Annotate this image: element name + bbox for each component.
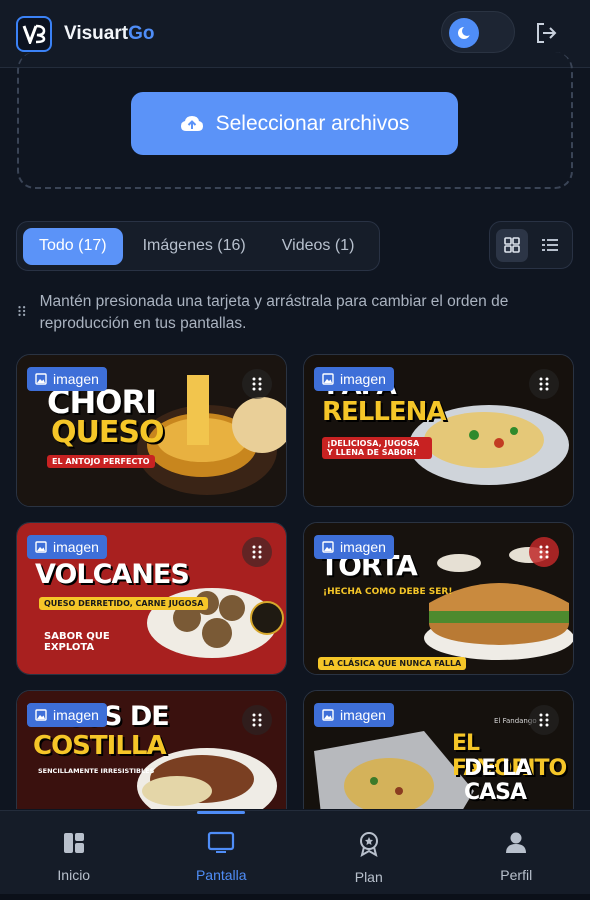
tab-images[interactable]: Imágenes (16): [127, 228, 262, 265]
type-badge: imagen: [314, 367, 394, 391]
image-icon: [322, 373, 334, 385]
drag-handle-icon: [18, 306, 26, 316]
brand-name-part2: Go: [128, 22, 155, 44]
type-badge: imagen: [314, 703, 394, 727]
grid-view-button[interactable]: [496, 228, 528, 262]
media-card[interactable]: TORTA ¡HECHA COMO DEBE SER! LA CLÁSICA Q…: [303, 522, 574, 675]
card-tag: EL ANTOJO PERFECTO: [47, 455, 155, 468]
drag-handle-icon[interactable]: [242, 705, 272, 735]
drag-handle-icon[interactable]: [242, 537, 272, 567]
badge-label: imagen: [53, 371, 99, 387]
reorder-hint: Mantén presionada una tarjeta y arrástra…: [18, 291, 558, 335]
nav-item-inicio[interactable]: Inicio: [0, 811, 148, 900]
hint-text: Mantén presionada una tarjeta y arrástra…: [39, 293, 509, 332]
tab-all[interactable]: Todo (17): [23, 227, 123, 265]
card-tag: SENCILLAMENTE IRRESISTIBLES: [38, 767, 155, 775]
card-title: VOLCANES: [35, 559, 190, 590]
card-tag: ¡DELICIOSA, JUGOSA Y LLENA DE SABOR!: [322, 437, 432, 459]
card-subtitle: QUESO: [51, 415, 164, 450]
card-subtitle: COSTILLA: [33, 731, 167, 761]
badge-label: imagen: [53, 707, 99, 723]
media-card[interactable]: TACOS DE COSTILLA SENCILLAMENTE IRRESIST…: [16, 690, 287, 809]
type-badge: imagen: [27, 703, 107, 727]
card-subtitle: SABOR QUE EXPLOTA: [44, 631, 110, 653]
drag-handle-icon[interactable]: [242, 369, 272, 399]
nav-label: Inicio: [57, 867, 91, 883]
brand-name-part1: Visuart: [64, 22, 129, 44]
home-indicator: [0, 894, 590, 900]
theme-toggle[interactable]: [441, 11, 515, 53]
nav-label: Perfil: [500, 867, 533, 883]
badge-label: imagen: [340, 539, 386, 555]
card-subtitle: DE LA CASA: [464, 756, 532, 805]
nav-label: Plan: [354, 869, 383, 885]
image-icon: [35, 709, 47, 721]
image-icon: [35, 541, 47, 553]
list-view-button[interactable]: [534, 229, 566, 262]
filter-tabs: Todo (17) Imágenes (16) Videos (1): [16, 221, 380, 271]
list-icon: [542, 239, 558, 251]
select-files-button[interactable]: Seleccionar archivos: [131, 92, 458, 155]
badge-label: imagen: [340, 371, 386, 387]
bottom-navigation: Inicio Pantalla Plan Perfil: [0, 810, 590, 900]
monitor-icon: [208, 831, 235, 853]
grid-icon: [504, 237, 520, 253]
type-badge: imagen: [27, 535, 107, 559]
logo-icon: [22, 24, 46, 44]
media-card[interactable]: VOLCANES QUESO DERRETIDO, CARNE JUGOSA S…: [16, 522, 287, 675]
view-mode-toggle: [489, 221, 573, 269]
tab-videos[interactable]: Videos (1): [266, 228, 371, 265]
nav-item-plan[interactable]: Plan: [295, 811, 443, 900]
card-tag: QUESO DERRETIDO, CARNE JUGOSA: [39, 597, 209, 610]
card-subtitle: RELLENA: [322, 397, 447, 427]
image-icon: [322, 709, 334, 721]
badge-label: imagen: [53, 539, 99, 555]
type-badge: imagen: [27, 367, 107, 391]
media-card[interactable]: CHORI QUESO EL ANTOJO PERFECTO imagen: [16, 354, 287, 507]
badge-label: imagen: [340, 707, 386, 723]
user-icon: [506, 832, 527, 853]
drag-handle-icon[interactable]: [529, 369, 559, 399]
media-card[interactable]: PAPA RELLENA ¡DELICIOSA, JUGOSA Y LLENA …: [303, 354, 574, 507]
drag-handle-icon[interactable]: [529, 705, 559, 735]
select-files-label: Seleccionar archivos: [215, 111, 410, 135]
image-icon: [322, 541, 334, 553]
card-subtitle: ¡HECHA COMO DEBE SER!: [323, 587, 453, 597]
drag-handle-icon[interactable]: [529, 537, 559, 567]
cloud-upload-icon: [180, 115, 203, 131]
moon-icon: [449, 18, 479, 48]
nav-item-perfil[interactable]: Perfil: [443, 811, 590, 900]
logout-icon[interactable]: [533, 20, 559, 46]
award-icon: [359, 832, 378, 857]
type-badge: imagen: [314, 535, 394, 559]
dashboard-icon: [63, 833, 84, 853]
nav-item-pantalla[interactable]: Pantalla: [148, 811, 296, 900]
image-icon: [35, 373, 47, 385]
brand-name: VisuartGo: [64, 23, 154, 45]
app-logo[interactable]: [16, 15, 52, 52]
media-grid: CHORI QUESO EL ANTOJO PERFECTO imagen PA…: [16, 354, 574, 809]
nav-label: Pantalla: [195, 867, 247, 883]
media-card[interactable]: EL FAVORITO DE LA CASA El Fandango image…: [303, 690, 574, 809]
card-tag: LA CLÁSICA QUE NUNCA FALLA: [318, 657, 467, 670]
